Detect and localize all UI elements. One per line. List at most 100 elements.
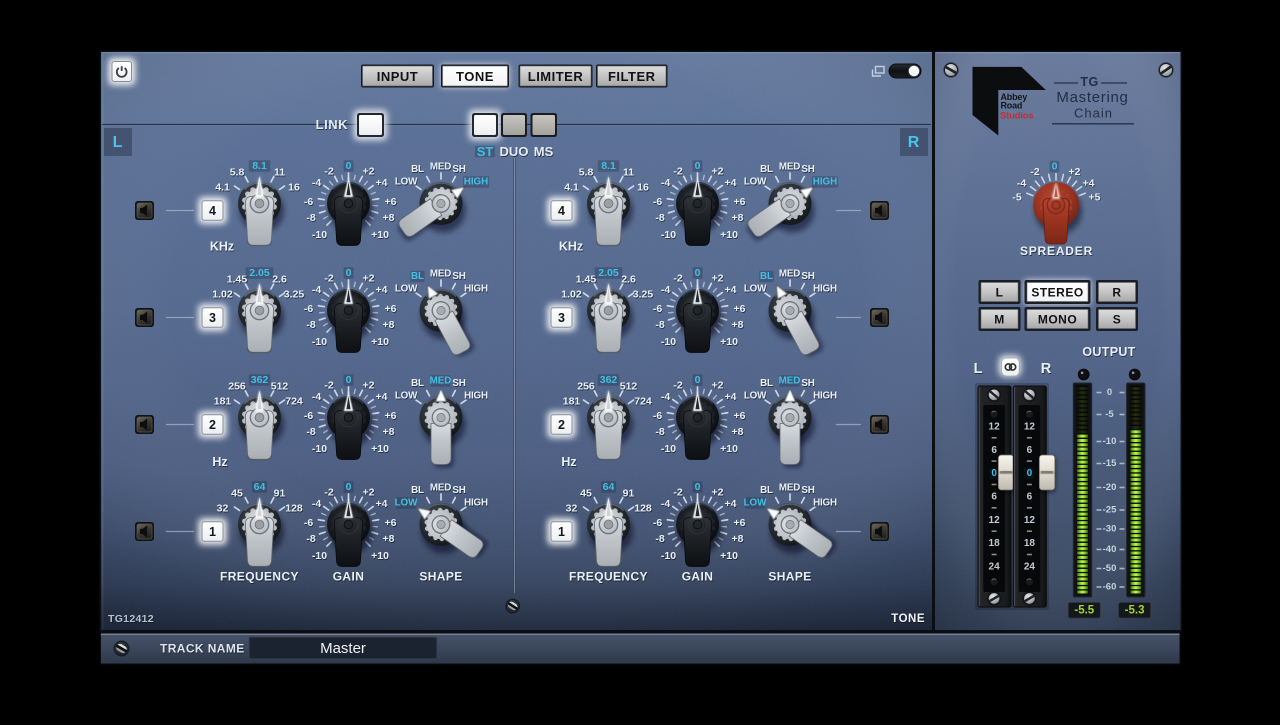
svg-text:64: 64 <box>254 481 266 493</box>
svg-text:0: 0 <box>346 267 352 279</box>
svg-text:8.1: 8.1 <box>601 160 616 172</box>
svg-text:LOW: LOW <box>744 177 767 188</box>
svg-text:362: 362 <box>600 374 618 386</box>
svg-text:0: 0 <box>695 160 701 172</box>
svg-text:+10: +10 <box>371 550 389 562</box>
svg-text:4: 4 <box>209 204 216 218</box>
svg-text:12: 12 <box>1024 515 1036 526</box>
svg-text:TONE: TONE <box>456 69 494 84</box>
svg-text:+6: +6 <box>385 517 397 529</box>
svg-text:-6: -6 <box>304 303 313 315</box>
svg-text:256: 256 <box>228 381 246 393</box>
svg-text:4.1: 4.1 <box>215 182 230 194</box>
svg-text:BL: BL <box>411 271 424 282</box>
svg-text:+2: +2 <box>712 273 724 285</box>
svg-text:-8: -8 <box>306 319 315 331</box>
svg-text:-8: -8 <box>306 533 315 545</box>
svg-text:6: 6 <box>991 492 997 503</box>
svg-text:128: 128 <box>634 503 652 515</box>
svg-text:Studios: Studios <box>1000 111 1033 122</box>
svg-text:SHAPE: SHAPE <box>419 570 462 584</box>
svg-text:362: 362 <box>251 374 269 386</box>
svg-text:-50: -50 <box>1103 563 1117 574</box>
svg-text:0: 0 <box>991 468 997 479</box>
svg-text:MED: MED <box>779 162 800 173</box>
svg-text:TRACK NAME: TRACK NAME <box>160 642 245 656</box>
svg-text:-4: -4 <box>312 498 321 510</box>
svg-text:+8: +8 <box>732 426 744 438</box>
svg-text:BL: BL <box>411 485 424 496</box>
svg-text:+6: +6 <box>385 410 397 422</box>
svg-text:GAIN: GAIN <box>333 570 365 584</box>
svg-text:5.8: 5.8 <box>230 167 245 179</box>
svg-text:M: M <box>994 313 1005 327</box>
svg-text:2.6: 2.6 <box>621 274 636 286</box>
svg-text:6: 6 <box>1027 492 1033 503</box>
svg-text:91: 91 <box>274 488 286 500</box>
svg-text:-10: -10 <box>661 550 676 562</box>
svg-text:KHz: KHz <box>559 240 583 254</box>
svg-text:-4: -4 <box>312 284 321 296</box>
svg-text:-25: -25 <box>1103 505 1117 516</box>
svg-text:+2: +2 <box>712 380 724 392</box>
svg-text:ST: ST <box>477 144 494 159</box>
svg-text:+4: +4 <box>376 284 388 296</box>
svg-text:1.02: 1.02 <box>212 289 233 301</box>
svg-text:+4: +4 <box>1083 178 1095 190</box>
svg-text:-6: -6 <box>653 517 662 529</box>
svg-text:L: L <box>113 134 123 151</box>
svg-text:S: S <box>1113 313 1122 327</box>
svg-text:MED: MED <box>779 376 801 387</box>
svg-text:FREQUENCY: FREQUENCY <box>220 570 299 584</box>
svg-text:-4: -4 <box>661 284 670 296</box>
svg-text:R: R <box>1041 361 1052 377</box>
svg-text:-10: -10 <box>312 550 327 562</box>
svg-text:-2: -2 <box>324 380 333 392</box>
svg-text:+2: +2 <box>712 166 724 178</box>
svg-text:-15: -15 <box>1103 458 1117 469</box>
svg-text:Chain: Chain <box>1074 106 1113 121</box>
svg-text:6: 6 <box>991 445 997 456</box>
svg-text:12: 12 <box>989 515 1001 526</box>
svg-text:BL: BL <box>760 378 773 389</box>
svg-text:-4: -4 <box>1017 178 1026 190</box>
svg-text:4.1: 4.1 <box>564 182 579 194</box>
svg-text:BL: BL <box>760 271 773 282</box>
svg-text:-6: -6 <box>304 196 313 208</box>
svg-text:+2: +2 <box>363 487 375 499</box>
svg-text:-20: -20 <box>1103 482 1117 493</box>
svg-text:KHz: KHz <box>210 240 234 254</box>
svg-text:+8: +8 <box>383 533 395 545</box>
svg-text:-10: -10 <box>1103 436 1117 447</box>
svg-text:+10: +10 <box>720 550 738 562</box>
svg-text:1: 1 <box>558 525 565 539</box>
svg-text:MED: MED <box>779 269 800 280</box>
svg-text:LOW: LOW <box>395 391 418 402</box>
svg-text:-2: -2 <box>1030 166 1039 178</box>
svg-text:+6: +6 <box>385 303 397 315</box>
svg-text:DUO: DUO <box>500 144 529 159</box>
svg-text:3.25: 3.25 <box>633 289 654 301</box>
svg-text:2: 2 <box>209 418 216 432</box>
svg-text:2.05: 2.05 <box>249 267 270 279</box>
svg-text:+2: +2 <box>363 273 375 285</box>
svg-text:256: 256 <box>577 381 595 393</box>
svg-text:24: 24 <box>989 562 1001 573</box>
svg-text:-8: -8 <box>655 212 664 224</box>
svg-text:Mastering: Mastering <box>1056 89 1128 106</box>
svg-text:512: 512 <box>620 381 638 393</box>
svg-text:SH: SH <box>801 271 814 282</box>
svg-text:+5: +5 <box>1089 191 1101 203</box>
svg-text:45: 45 <box>580 488 592 500</box>
svg-text:GAIN: GAIN <box>682 570 714 584</box>
svg-text:-4: -4 <box>661 177 670 189</box>
svg-text:SH: SH <box>801 378 814 389</box>
svg-text:BL: BL <box>760 485 773 496</box>
svg-text:2.05: 2.05 <box>598 267 619 279</box>
svg-text:MED: MED <box>430 162 451 173</box>
svg-text:0: 0 <box>695 267 701 279</box>
svg-text:0: 0 <box>346 160 352 172</box>
svg-text:1.45: 1.45 <box>227 274 248 286</box>
svg-text:+2: +2 <box>1069 166 1081 178</box>
svg-text:+10: +10 <box>720 336 738 348</box>
